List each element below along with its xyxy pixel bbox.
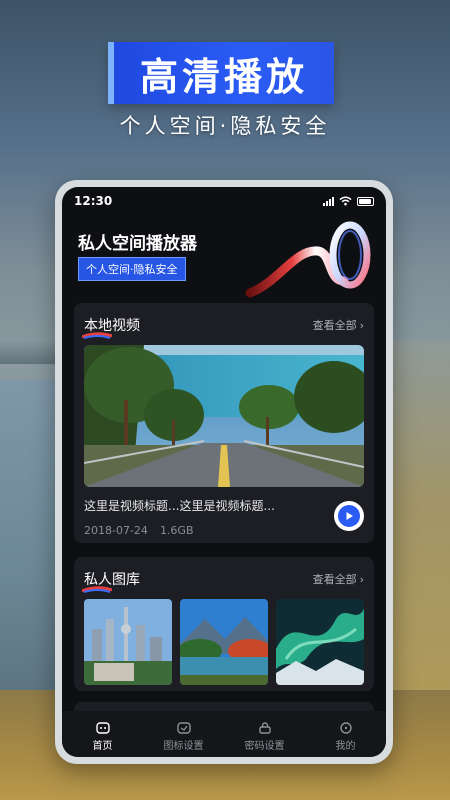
tab-icon-settings-label: 图标设置 [163,741,204,752]
chevron-right-icon: › [359,318,364,332]
tab-profile[interactable]: 我的 [311,722,381,752]
password-icon [258,722,271,734]
bottom-tab-bar: 首页 图标设置 密码设置 我的 [62,711,386,757]
play-icon [338,505,360,527]
gallery-header: 私人图库 查看全部 › [74,557,374,593]
gallery-section-title: 私人图库 [84,572,140,588]
hero-ribbon-logo [245,221,371,298]
tab-home-label: 首页 [92,741,113,752]
profile-icon [339,722,352,734]
road-landscape-image [84,345,364,487]
signal-icon [323,196,334,206]
wifi-icon [339,196,352,206]
local-video-section-title: 本地视频 [84,318,140,334]
app-tagline: 个人空间·隐私安全 [78,257,186,281]
tab-icon-settings[interactable]: 图标设置 [149,722,219,752]
app-hero: 私人空间播放器 个人空间·隐私安全 [62,215,386,298]
phone-frame: 12:30 私人空间播放器 个人空间·隐私安全 本地视频 查看全部 › 这里是视… [55,180,393,764]
tab-home[interactable]: 首页 [68,722,138,752]
tab-password-label: 密码设置 [244,741,285,752]
video-date: 2018-07-24 [84,524,148,537]
gallery-item-aurora[interactable] [276,599,364,685]
home-icon [95,722,110,734]
status-icons [323,196,374,206]
local-video-card: 本地视频 查看全部 › 这里是视频标题...这里是视频标题... 2018-07… [74,303,374,543]
gallery-grid [74,589,374,697]
gallery-view-all[interactable]: 查看全部 › [313,571,364,587]
status-time: 12:30 [74,194,113,208]
gallery-title: 私人图库 [82,569,140,593]
video-size: 1.6GB [159,524,194,537]
video-thumbnail[interactable] [84,345,364,487]
video-meta: 2018-07-24 1.6GB [84,524,364,537]
promo-headline: 高清播放 [108,42,334,104]
city-skyline-image [84,599,172,685]
video-info: 这里是视频标题...这里是视频标题... 2018-07-24 1.6GB [74,487,374,547]
gallery-item-city[interactable] [84,599,172,685]
video-title: 这里是视频标题...这里是视频标题... [84,499,275,513]
battery-icon [357,196,374,206]
private-gallery-card: 私人图库 查看全部 › [74,557,374,691]
lake-mountains-image [180,599,268,685]
play-button[interactable] [334,501,364,531]
phone-screen: 12:30 私人空间播放器 个人空间·隐私安全 本地视频 查看全部 › 这里是视… [62,187,386,757]
promo-subline: 个人空间·隐私安全 [119,114,331,138]
app-title: 私人空间播放器 [78,234,197,254]
view-all-label: 查看全部 [312,573,357,586]
local-video-header: 本地视频 查看全部 › [74,303,374,339]
local-video-view-all[interactable]: 查看全部 › [313,317,364,333]
view-all-label: 查看全部 [312,319,357,332]
gallery-item-lake[interactable] [180,599,268,685]
tab-password[interactable]: 密码设置 [230,722,300,752]
icon-settings-icon [176,722,191,734]
tab-profile-label: 我的 [335,741,356,752]
local-video-title: 本地视频 [82,315,140,339]
chevron-right-icon: › [359,572,364,586]
aurora-image [276,599,364,685]
